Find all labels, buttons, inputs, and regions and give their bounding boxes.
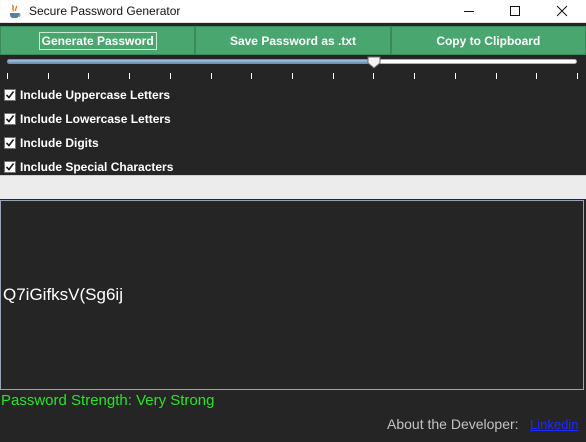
slider-tick xyxy=(48,73,49,79)
close-icon xyxy=(556,5,568,17)
checkmark-icon xyxy=(5,115,15,123)
title-bar: Secure Password Generator xyxy=(0,0,586,23)
toolbar: Generate Password Save Password as .txt … xyxy=(0,26,586,55)
slider-tick xyxy=(170,73,171,79)
password-strength-label: Password Strength: Very Strong xyxy=(1,392,215,409)
checkbox-label: Include Digits xyxy=(20,136,99,150)
slider-tick xyxy=(455,73,456,79)
linkedin-link[interactable]: Linkedin xyxy=(530,417,578,432)
copy-to-clipboard-button[interactable]: Copy to Clipboard xyxy=(390,26,586,55)
option-checkbox-row[interactable]: Include Lowercase Letters xyxy=(0,107,586,131)
slider-fill xyxy=(7,59,375,64)
password-output-area[interactable]: Q7iGifksV(Sg6ij xyxy=(0,200,584,390)
about-developer-label: About the Developer: xyxy=(387,416,519,432)
length-slider[interactable] xyxy=(0,55,586,83)
slider-tick xyxy=(414,73,415,79)
copy-to-clipboard-label: Copy to Clipboard xyxy=(436,33,541,48)
slider-tick xyxy=(251,73,252,79)
close-button[interactable] xyxy=(540,0,586,23)
java-icon xyxy=(8,4,22,19)
main-panel: Generate Password Save Password as .txt … xyxy=(0,23,586,442)
checkbox[interactable] xyxy=(4,113,16,125)
option-checkbox-row[interactable]: Include Digits xyxy=(0,131,586,155)
slider-tick xyxy=(496,73,497,79)
slider-tick xyxy=(7,73,8,79)
slider-tick xyxy=(292,73,293,79)
generate-password-button[interactable]: Generate Password xyxy=(0,26,196,55)
password-input-field[interactable] xyxy=(0,175,586,199)
slider-tick xyxy=(211,73,212,79)
checkbox-label: Include Special Characters xyxy=(20,160,174,174)
checkmark-icon xyxy=(5,91,15,99)
slider-tick xyxy=(129,73,130,79)
generate-password-label: Generate Password xyxy=(38,31,157,50)
checkbox[interactable] xyxy=(4,161,16,173)
generated-password: Q7iGifksV(Sg6ij xyxy=(3,285,123,304)
slider-tick xyxy=(577,73,578,79)
checkmark-icon xyxy=(5,163,15,171)
minimize-button[interactable] xyxy=(447,0,493,23)
checkmark-icon xyxy=(5,139,15,147)
save-password-button[interactable]: Save Password as .txt xyxy=(195,26,391,55)
window-title: Secure Password Generator xyxy=(29,4,181,18)
minimize-icon xyxy=(464,11,474,12)
option-checkbox-row[interactable]: Include Uppercase Letters xyxy=(0,83,586,107)
checkbox[interactable] xyxy=(4,137,16,149)
checkbox[interactable] xyxy=(4,89,16,101)
checkbox-label: Include Uppercase Letters xyxy=(20,88,171,102)
slider-thumb[interactable] xyxy=(367,56,381,69)
checkbox-label: Include Lowercase Letters xyxy=(20,112,171,126)
slider-tick xyxy=(373,73,374,79)
slider-tick xyxy=(536,73,537,79)
maximize-button[interactable] xyxy=(493,0,539,23)
slider-tick xyxy=(333,73,334,79)
maximize-icon xyxy=(510,6,520,16)
save-password-label: Save Password as .txt xyxy=(229,33,357,48)
slider-tick xyxy=(88,73,89,79)
options-list: Include Uppercase Letters Include Lowerca… xyxy=(0,83,586,179)
